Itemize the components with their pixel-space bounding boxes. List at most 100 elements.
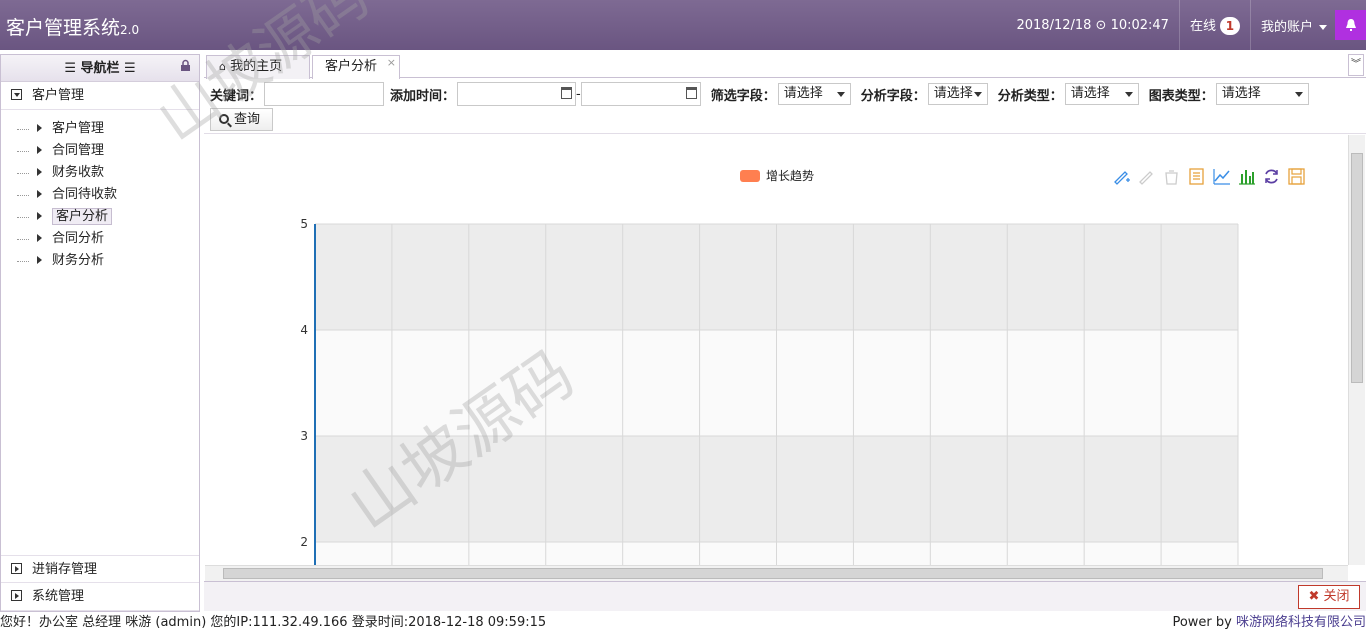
chevron-down-icon — [1124, 92, 1133, 97]
filter-field-label: 筛选字段： — [710, 88, 776, 104]
app-version: 2.0 — [120, 23, 140, 37]
home-icon: ⌂ — [219, 60, 226, 73]
query-label: 查询 — [234, 112, 261, 127]
sidebar-section-label: 系统管理 — [32, 589, 85, 604]
online-count-badge: 1 — [1219, 17, 1240, 35]
sidebar-item-label: 客户分析 — [52, 208, 113, 225]
account-label: 我的账户 — [1260, 19, 1313, 35]
sidebar-title: ☰ 导航栏 ☰ — [64, 61, 136, 76]
app-title-text: 客户管理系统 — [6, 17, 121, 39]
analysis-type-value: 请选择 — [1070, 86, 1110, 101]
online-label: 在线 — [1189, 19, 1216, 34]
close-label: 关闭 — [1323, 589, 1350, 604]
sidebar-item-label: 财务分析 — [52, 253, 105, 268]
caret-right-icon — [37, 190, 42, 198]
tab-bar: ⌂ 我的主页 客户分析 × ︾ — [204, 50, 1366, 79]
double-chevron-down-icon: ︾ — [1351, 59, 1361, 70]
close-button[interactable]: ✖ 关闭 — [1298, 585, 1360, 609]
chevron-down-icon — [1294, 92, 1303, 97]
tab-label: 我的主页 — [230, 59, 283, 74]
content-footer: ✖ 关闭 — [204, 581, 1366, 611]
analysis-field-value: 请选择 — [933, 86, 973, 101]
sidebar-section-label: 进销存管理 — [32, 562, 98, 577]
lock-icon[interactable] — [180, 55, 191, 82]
bell-icon — [1345, 19, 1356, 31]
search-icon — [219, 114, 229, 124]
sidebar-item-contract-receivable[interactable]: 合同待收款 — [17, 184, 199, 206]
vertical-scrollbar[interactable] — [1348, 135, 1365, 565]
sidebar: ☰ 导航栏 ☰ 客户管理 客户管理 合同管理 财务收款 合同待收款 客户分析 合… — [0, 54, 200, 612]
analysis-field-label: 分析字段： — [860, 88, 926, 104]
sidebar-section-label: 客户管理 — [32, 88, 85, 103]
addtime-label: 添加时间： — [390, 88, 456, 104]
keyword-label: 关键词： — [210, 88, 263, 104]
caret-right-icon — [37, 168, 42, 176]
start-date-input[interactable] — [457, 82, 577, 106]
notification-bell-button[interactable] — [1335, 10, 1366, 40]
sidebar-section-customer[interactable]: 客户管理 — [1, 82, 199, 110]
scrollbar-thumb[interactable] — [1351, 153, 1363, 383]
collapse-icon — [11, 89, 22, 100]
chart-type-select[interactable]: 请选择 — [1215, 83, 1309, 105]
app-header: 客户管理系统2.0 2018/12/18 ⊙ 10:02:47 在线 1 我的账户 — [0, 0, 1366, 50]
calendar-icon — [561, 87, 573, 99]
chevron-down-icon — [836, 92, 845, 97]
datetime: 2018/12/18 ⊙ 10:02:47 — [1016, 17, 1169, 33]
status-powered-by: Power by 咪游网络科技有限公司 — [1172, 612, 1366, 633]
chevron-down-icon — [973, 92, 982, 97]
sidebar-item-customer-management[interactable]: 客户管理 — [17, 118, 199, 140]
powered-by-label: Power by — [1172, 615, 1236, 630]
sidebar-item-contract-management[interactable]: 合同管理 — [17, 140, 199, 162]
filter-toolbar: 关键词： 添加时间： - 筛选字段： 请选择 分析字段： 请选择 分析类型： 请… — [204, 79, 1366, 134]
y-tick-label: 3 — [300, 429, 308, 443]
chevron-down-icon — [1319, 24, 1327, 30]
sidebar-header: ☰ 导航栏 ☰ — [1, 55, 199, 82]
close-icon: ✖ — [1308, 589, 1320, 604]
sidebar-section-inventory[interactable]: 进销存管理 — [1, 555, 199, 583]
chart-type-label: 图表类型： — [1148, 88, 1214, 104]
sidebar-item-customer-analysis[interactable]: 客户分析 — [17, 206, 199, 228]
app-title: 客户管理系统2.0 — [6, 13, 139, 40]
tab-label: 客户分析 — [325, 59, 378, 74]
analysis-type-label: 分析类型： — [997, 88, 1063, 104]
sidebar-item-finance-analysis[interactable]: 财务分析 — [17, 250, 199, 272]
close-icon[interactable]: × — [387, 52, 396, 74]
sidebar-item-contract-analysis[interactable]: 合同分析 — [17, 228, 199, 250]
caret-right-icon — [37, 212, 42, 220]
caret-right-icon — [37, 124, 42, 132]
caret-right-icon — [37, 234, 42, 242]
scrollbar-thumb[interactable] — [223, 568, 1323, 579]
filter-field-value: 请选择 — [783, 86, 823, 101]
sidebar-section-system[interactable]: 系统管理 — [1, 583, 199, 611]
chart-type-value: 请选择 — [1221, 86, 1261, 101]
sidebar-item-label: 客户管理 — [52, 121, 105, 136]
sidebar-item-finance-receipts[interactable]: 财务收款 — [17, 162, 199, 184]
chart-plot: 5 4 3 2 — [300, 217, 1239, 565]
sidebar-item-label: 合同分析 — [52, 231, 105, 246]
horizontal-scrollbar[interactable] — [205, 565, 1348, 581]
status-user-info: 您好！办公室 总经理 咪游 (admin) 您的IP:111.32.49.166… — [0, 615, 547, 630]
end-date-input[interactable] — [580, 82, 701, 106]
query-button[interactable]: 查询 — [210, 108, 273, 131]
caret-right-icon — [37, 146, 42, 154]
tab-home[interactable]: ⌂ 我的主页 — [206, 55, 310, 79]
online-indicator[interactable]: 在线 1 — [1190, 15, 1240, 35]
expand-icon — [11, 563, 22, 574]
filter-field-select[interactable]: 请选择 — [777, 83, 851, 105]
status-bar: 您好！办公室 总经理 咪游 (admin) 您的IP:111.32.49.166… — [0, 612, 1366, 633]
tab-customer-analysis[interactable]: 客户分析 × — [312, 55, 400, 79]
company-link[interactable]: 咪游网络科技有限公司 — [1236, 615, 1366, 630]
sidebar-item-label: 合同待收款 — [52, 187, 118, 202]
analysis-field-select[interactable]: 请选择 — [927, 83, 988, 105]
expand-icon — [11, 590, 22, 601]
sidebar-tree: 客户管理 合同管理 财务收款 合同待收款 客户分析 合同分析 财务分析 — [1, 110, 199, 272]
sidebar-item-label: 财务收款 — [52, 165, 105, 180]
account-menu[interactable]: 我的账户 — [1261, 16, 1327, 35]
calendar-icon — [685, 87, 697, 99]
keyword-input[interactable] — [264, 82, 385, 106]
analysis-type-select[interactable]: 请选择 — [1064, 83, 1139, 105]
tab-scroll-button[interactable]: ︾ — [1348, 54, 1364, 76]
y-tick-label: 2 — [300, 535, 308, 549]
sidebar-item-label: 合同管理 — [52, 143, 105, 158]
y-tick-label: 5 — [300, 217, 308, 231]
